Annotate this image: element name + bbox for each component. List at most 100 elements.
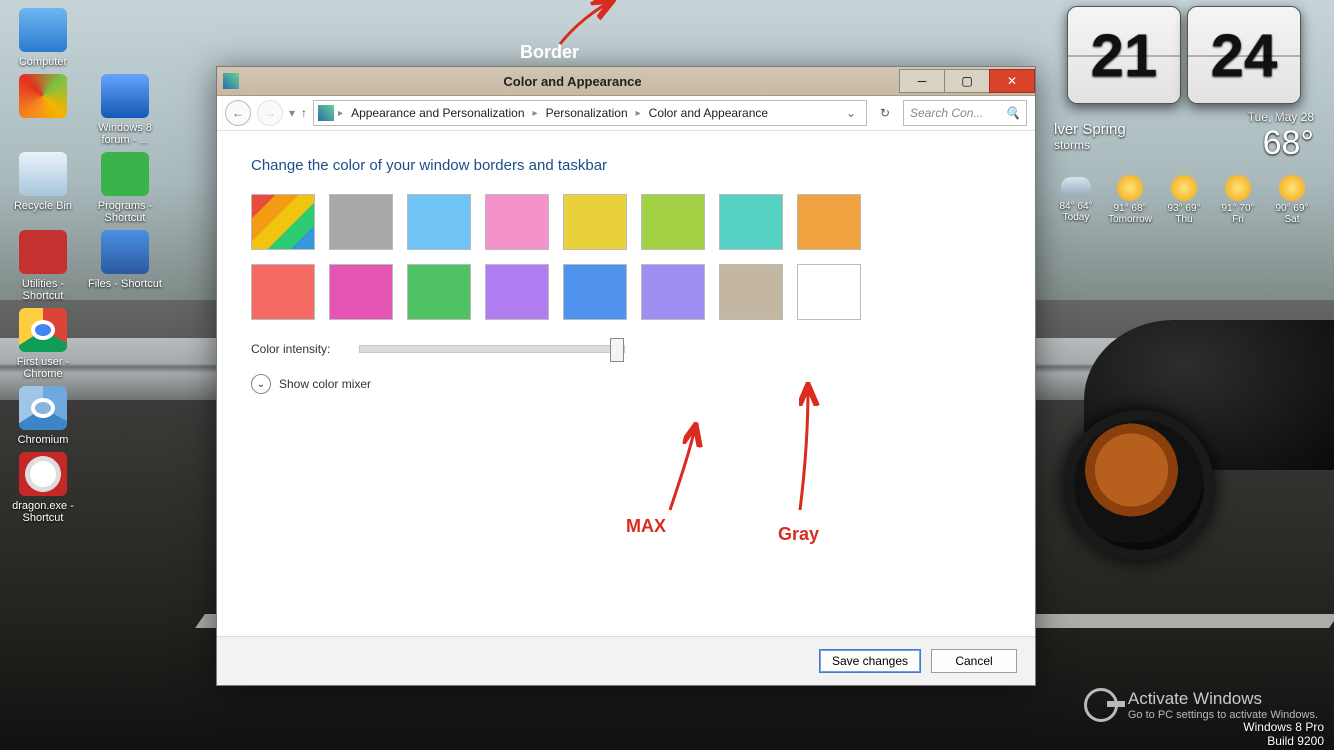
build-line1: Windows 8 Pro — [1243, 720, 1324, 734]
color-swatch-orange[interactable] — [797, 194, 861, 250]
gl-util-icon — [19, 230, 67, 274]
color-swatch-automatic[interactable] — [251, 194, 315, 250]
desktop-icon[interactable]: Utilities - Shortcut — [6, 228, 80, 302]
cancel-button[interactable]: Cancel — [931, 649, 1017, 673]
color-swatch-magenta[interactable] — [329, 264, 393, 320]
forecast-label: Today — [1050, 212, 1102, 223]
desktop-icon[interactable]: Programs - Shortcut — [88, 150, 162, 224]
desktop-icon[interactable]: Computer — [6, 6, 80, 68]
back-button[interactable]: ← — [225, 100, 251, 126]
color-swatch-teal[interactable] — [719, 194, 783, 250]
location-icon — [318, 105, 334, 121]
show-color-mixer-toggle[interactable]: ⌄ Show color mixer — [251, 374, 1001, 394]
slider-thumb[interactable] — [610, 338, 624, 362]
recent-locations-dropdown[interactable]: ▾ — [289, 106, 295, 120]
breadcrumb-item[interactable]: Appearance and Personalization — [347, 106, 528, 120]
color-swatch-sky[interactable] — [407, 194, 471, 250]
gl-chrome-icon — [19, 308, 67, 352]
intensity-slider[interactable] — [359, 345, 625, 353]
sun-icon — [1279, 175, 1305, 201]
minimize-button[interactable]: ─ — [899, 69, 945, 93]
color-swatch-violet[interactable] — [485, 264, 549, 320]
desktop-icon-label: Programs - Shortcut — [88, 200, 162, 224]
search-placeholder: Search Con... — [910, 106, 983, 120]
chevron-right-icon: ▸ — [336, 108, 345, 119]
activate-windows-watermark: Activate Windows Go to PC settings to ac… — [1084, 688, 1318, 722]
color-swatch-coral[interactable] — [251, 264, 315, 320]
clock-weather-widget[interactable]: 21 24 lver Spring storms Tue, May 28 68°… — [1044, 6, 1324, 266]
clock-minute: 24 — [1187, 6, 1301, 104]
clock-hour: 21 — [1067, 6, 1181, 104]
chevron-down-icon: ⌄ — [251, 374, 271, 394]
up-button[interactable]: ↑ — [301, 106, 307, 120]
window-icon — [223, 73, 239, 89]
forecast-temps: 90° 69° — [1266, 203, 1318, 214]
color-swatch-taupe[interactable] — [719, 264, 783, 320]
forecast-day: 93° 69°Thu — [1158, 173, 1210, 225]
maximize-button[interactable]: ▢ — [944, 69, 990, 93]
gl-chromium-icon — [19, 386, 67, 430]
refresh-button[interactable]: ↻ — [873, 101, 897, 125]
watermark-title: Activate Windows — [1128, 689, 1318, 709]
key-icon — [1084, 688, 1118, 722]
color-swatch-blue[interactable] — [563, 264, 627, 320]
desktop-icon[interactable]: Files - Shortcut — [88, 228, 162, 302]
cloud-icon — [1061, 177, 1091, 197]
gl-bin-icon — [19, 152, 67, 196]
build-line2: Build 9200 — [1243, 734, 1324, 748]
forecast-label: Tomorrow — [1104, 214, 1156, 225]
desktop-icon-label: Chromium — [6, 434, 80, 446]
titlebar[interactable]: Color and Appearance ─ ▢ ✕ — [217, 67, 1035, 96]
breadcrumb-dropdown[interactable]: ⌄ — [840, 106, 862, 120]
desktop-icon[interactable]: dragon.exe - Shortcut — [6, 450, 80, 524]
color-swatch-white[interactable] — [797, 264, 861, 320]
color-appearance-window: Color and Appearance ─ ▢ ✕ ← → ▾ ↑ ▸ App… — [216, 66, 1036, 686]
gl-ie-icon — [19, 74, 67, 118]
widget-date: Tue, May 28 — [1248, 110, 1314, 124]
color-swatches — [251, 194, 891, 320]
desktop-icon-label: Utilities - Shortcut — [6, 278, 80, 302]
forecast-day: 91° 68°Tomorrow — [1104, 173, 1156, 225]
search-input[interactable]: Search Con... 🔍 — [903, 100, 1027, 126]
desktop-icon[interactable]: Windows 8 forum - ... — [88, 72, 162, 146]
breadcrumb-item[interactable]: Color and Appearance — [645, 106, 772, 120]
build-info: Windows 8 Pro Build 9200 — [1243, 720, 1324, 748]
sun-icon — [1171, 175, 1197, 201]
close-button[interactable]: ✕ — [989, 69, 1035, 93]
color-intensity-row: Color intensity: — [251, 342, 1001, 356]
color-swatch-yellow[interactable] — [563, 194, 627, 250]
desktop-icons: Computer Windows 8 forum - ... Recycle Bin… — [6, 6, 176, 528]
breadcrumb-item[interactable]: Personalization — [542, 106, 632, 120]
forecast-label: Thu — [1158, 214, 1210, 225]
forecast-temps: 91° 68° — [1104, 203, 1156, 214]
forecast-day: 84° 64°Today — [1050, 173, 1102, 225]
save-changes-button[interactable]: Save changes — [819, 649, 921, 673]
breadcrumb-bar[interactable]: ▸ Appearance and Personalization ▸ Perso… — [313, 100, 867, 126]
forecast-day: 91° 70°Fri — [1212, 173, 1264, 225]
desktop-icon-label: Files - Shortcut — [88, 278, 162, 290]
color-swatch-green[interactable] — [407, 264, 471, 320]
desktop-icon[interactable] — [6, 72, 80, 146]
page-headline: Change the color of your window borders … — [251, 157, 1001, 174]
forecast-label: Sat — [1266, 214, 1318, 225]
color-swatch-lime[interactable] — [641, 194, 705, 250]
desktop-icon-label: Computer — [6, 56, 80, 68]
desktop-icon-label: Recycle Bin — [6, 200, 80, 212]
desktop-icon[interactable]: First user - Chrome — [6, 306, 80, 380]
window-content: Change the color of your window borders … — [217, 131, 1035, 420]
desktop-icon-label: Windows 8 forum - ... — [88, 122, 162, 146]
desktop-icon-label: First user - Chrome — [6, 356, 80, 380]
color-swatch-lavender[interactable] — [641, 264, 705, 320]
widget-condition: storms — [1054, 138, 1126, 152]
color-swatch-pink[interactable] — [485, 194, 549, 250]
desktop-icon[interactable]: Chromium — [6, 384, 80, 446]
color-swatch-gray[interactable] — [329, 194, 393, 250]
forward-button[interactable]: → — [257, 100, 283, 126]
window-footer: Save changes Cancel — [217, 636, 1035, 685]
window-title: Color and Appearance — [245, 74, 900, 89]
intensity-label: Color intensity: — [251, 342, 359, 356]
sun-icon — [1225, 175, 1251, 201]
gl-dragon-icon — [19, 452, 67, 496]
forecast-temps: 93° 69° — [1158, 203, 1210, 214]
desktop-icon[interactable]: Recycle Bin — [6, 150, 80, 224]
